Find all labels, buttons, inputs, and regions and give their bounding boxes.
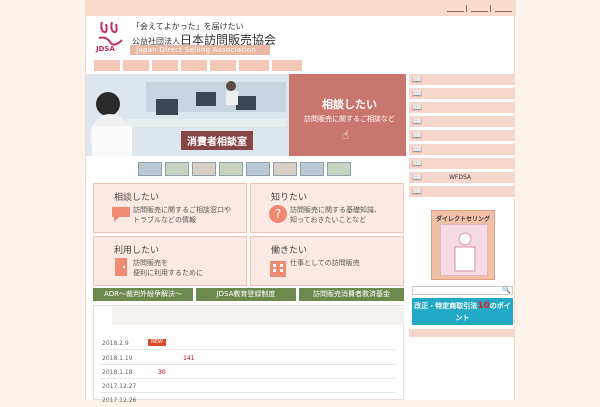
- question-icon: ?: [269, 205, 287, 223]
- main-nav: [94, 60, 302, 71]
- thumbnail[interactable]: [327, 162, 351, 176]
- pointer-hand-icon: ☝: [342, 128, 350, 142]
- box-learn[interactable]: 知りたい ? 訪問販売に関する基礎知識、 知っておきたいことなど: [250, 183, 404, 233]
- thumbnail[interactable]: [165, 162, 189, 176]
- nav-item-2[interactable]: [123, 60, 149, 71]
- book-icon: 📖: [412, 187, 422, 196]
- sidebar-item[interactable]: 📖: [409, 158, 515, 170]
- sidebar-item[interactable]: 📖: [409, 74, 515, 86]
- thumbnail[interactable]: [219, 162, 243, 176]
- box-title: 利用したい: [114, 246, 160, 256]
- thumbnail[interactable]: [138, 162, 162, 176]
- news-header: [112, 307, 404, 325]
- box-title: 相談したい: [114, 193, 160, 203]
- sidebar-item[interactable]: 📖: [409, 102, 515, 114]
- box-desc: 訪問販売に関する基礎知識、 知っておきたいことなど: [290, 206, 381, 224]
- search-icon[interactable]: 🔍: [502, 286, 511, 294]
- nav-item-5[interactable]: [210, 60, 236, 71]
- top-link-3[interactable]: [495, 3, 512, 12]
- book-icon: 📖: [412, 159, 422, 168]
- chat-icon: [112, 207, 130, 222]
- box-work[interactable]: 働きたい 仕事としての訪問販売: [250, 236, 404, 286]
- page: JDSA 「会えてよかった」を届けたい 公益社団法人日本訪問販売協会 Japan…: [85, 0, 516, 404]
- box-use[interactable]: 利用したい 訪問販売を 便利に利用するために: [93, 236, 247, 286]
- thumbnail[interactable]: [273, 162, 297, 176]
- news-list: 2018.2.9 NEW 2018.1.19 141 2018.1.18 30 …: [93, 305, 404, 404]
- adr-button[interactable]: ADR～裁判外紛争解決～: [93, 288, 193, 301]
- book-icon: 📖: [412, 103, 422, 112]
- nav-item-1[interactable]: [94, 60, 120, 71]
- relief-fund-button[interactable]: 訪問販売消費者救済基金: [299, 288, 404, 301]
- book-icon: 📖: [412, 145, 422, 154]
- top-strip: [86, 0, 516, 16]
- cta-title: 相談したい: [322, 98, 377, 111]
- box-consult[interactable]: 相談したい 訪問販売に関するご相談窓口や トラブルなどの情報: [93, 183, 247, 233]
- cta-description: 訪問販売に関するご相談など: [304, 115, 395, 123]
- sidebar-item[interactable]: 📖: [409, 186, 515, 198]
- box-title: 働きたい: [271, 246, 308, 256]
- consult-cta-button[interactable]: 相談したい 訪問販売に関するご相談など ☝: [289, 74, 406, 156]
- magazine-cover-image: [440, 224, 488, 276]
- nav-item-4[interactable]: [181, 60, 207, 71]
- book-icon: 📖: [412, 117, 422, 126]
- thumbnail[interactable]: [192, 162, 216, 176]
- sidebar-item-wfdsa[interactable]: 📖 WFDSA: [409, 172, 515, 184]
- news-row[interactable]: 2018.2.9 NEW: [100, 336, 396, 350]
- thumbnail-strip: [138, 162, 351, 176]
- box-desc: 訪問販売を 便利に利用するために: [133, 259, 203, 277]
- news-row[interactable]: 2018.1.19 141: [100, 351, 396, 365]
- news-row[interactable]: 2018.1.18 30: [100, 365, 396, 379]
- magazine-illustration: [454, 232, 476, 272]
- sidebar-item[interactable]: 📖: [409, 88, 515, 100]
- thumbnail[interactable]: [300, 162, 324, 176]
- box-desc: 訪問販売に関するご相談窓口や トラブルなどの情報: [133, 206, 231, 224]
- book-icon: 📖: [412, 89, 422, 98]
- wfdsa-label: WFDSA: [449, 174, 472, 181]
- top-link-1[interactable]: [447, 3, 464, 12]
- news-row[interactable]: 2017.12.26: [100, 393, 396, 407]
- building-icon: [270, 261, 286, 277]
- consumer-consultation-label: 消費者相談室: [181, 131, 253, 150]
- top-link-2[interactable]: [471, 3, 488, 12]
- education-registration-button[interactable]: JDSA教育登録制度: [196, 288, 296, 301]
- box-desc: 仕事としての訪問販売: [290, 259, 360, 267]
- nav-item-7[interactable]: [272, 60, 302, 71]
- nav-item-6[interactable]: [239, 60, 269, 71]
- sidebar-item[interactable]: 📖: [409, 116, 515, 128]
- svg-text:?: ?: [275, 207, 281, 221]
- sidebar-item[interactable]: 📖: [409, 130, 515, 142]
- news-row[interactable]: 2017.12.27: [100, 379, 396, 393]
- new-badge: NEW: [148, 339, 166, 346]
- book-icon: 📖: [412, 75, 422, 84]
- banner-line1: 改正・特定商取引法10のポイント: [414, 301, 511, 322]
- nav-item-3[interactable]: [152, 60, 178, 71]
- law-revision-banner[interactable]: 改正・特定商取引法10のポイント 平成29年12月1日施行～訪問販売～: [412, 298, 513, 346]
- book-icon: 📖: [412, 131, 422, 140]
- top-links: [447, 3, 512, 12]
- thumbnail[interactable]: [246, 162, 270, 176]
- search-input[interactable]: 🔍: [412, 286, 513, 295]
- logo-text: JDSA: [96, 45, 115, 53]
- hero-photo: 消費者相談室: [86, 74, 289, 156]
- magazine-title: ダイレクトセリング: [436, 216, 491, 223]
- book-icon: 📖: [412, 173, 422, 182]
- box-title: 知りたい: [271, 193, 308, 203]
- sidebar-item[interactable]: 📖: [409, 144, 515, 156]
- org-name-english: Japan Direct Selling Association: [130, 45, 270, 55]
- sidebar-footer-strip: [409, 329, 515, 337]
- magazine-banner[interactable]: ダイレクトセリング: [431, 210, 495, 280]
- door-icon: [115, 258, 127, 276]
